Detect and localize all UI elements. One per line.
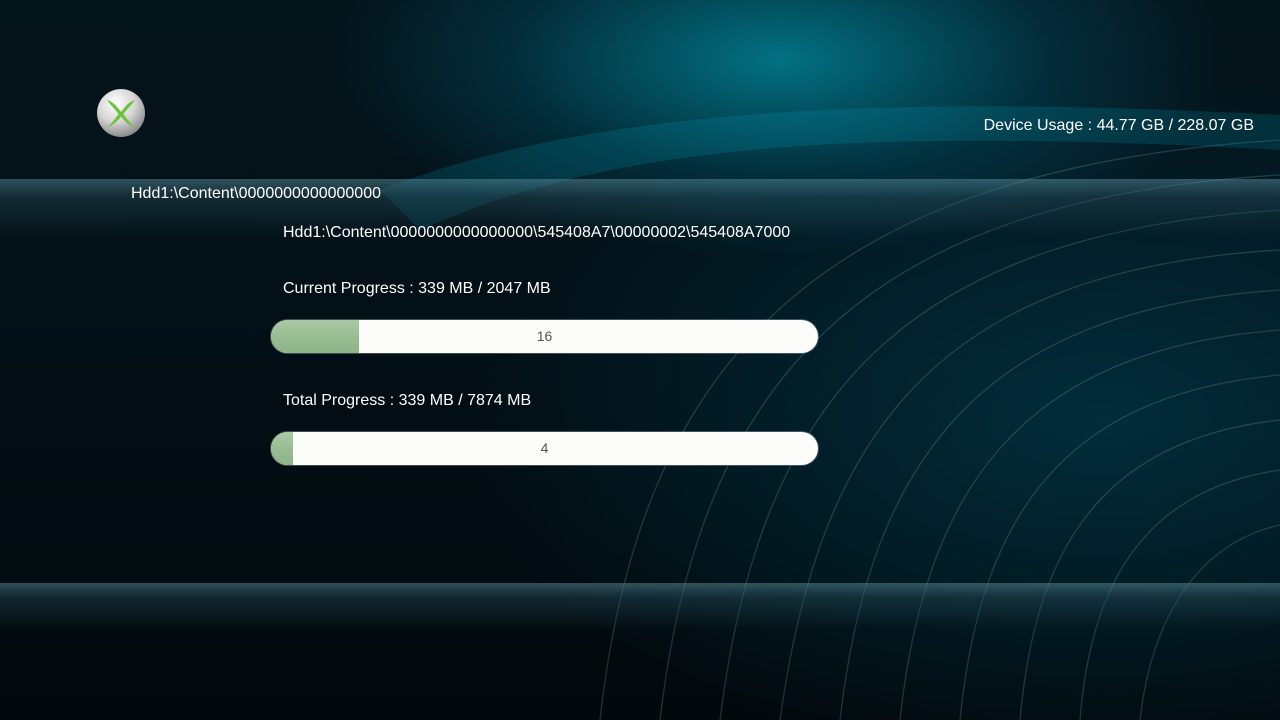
current-progress-label: Current Progress : 339 MB / 2047 MB — [283, 280, 551, 297]
current-progress-bar: 16 — [271, 320, 818, 353]
breadcrumb: Hdd1:\Content\0000000000000000 — [131, 185, 381, 202]
current-progress-value: 16 — [536, 328, 553, 344]
total-progress-value: 4 — [540, 440, 549, 456]
xbox-logo-icon — [97, 89, 145, 137]
dashboard-screen: Device Usage : 44.77 GB / 228.07 GB Hdd1… — [0, 0, 1280, 720]
total-progress-label: Total Progress : 339 MB / 7874 MB — [283, 392, 532, 409]
total-progress-bar: 4 — [271, 432, 818, 465]
file-path-text: Hdd1:\Content\0000000000000000\545408A7\… — [283, 224, 791, 241]
device-usage-text: Device Usage : 44.77 GB / 228.07 GB — [983, 117, 1254, 134]
footer-band — [0, 583, 1280, 628]
